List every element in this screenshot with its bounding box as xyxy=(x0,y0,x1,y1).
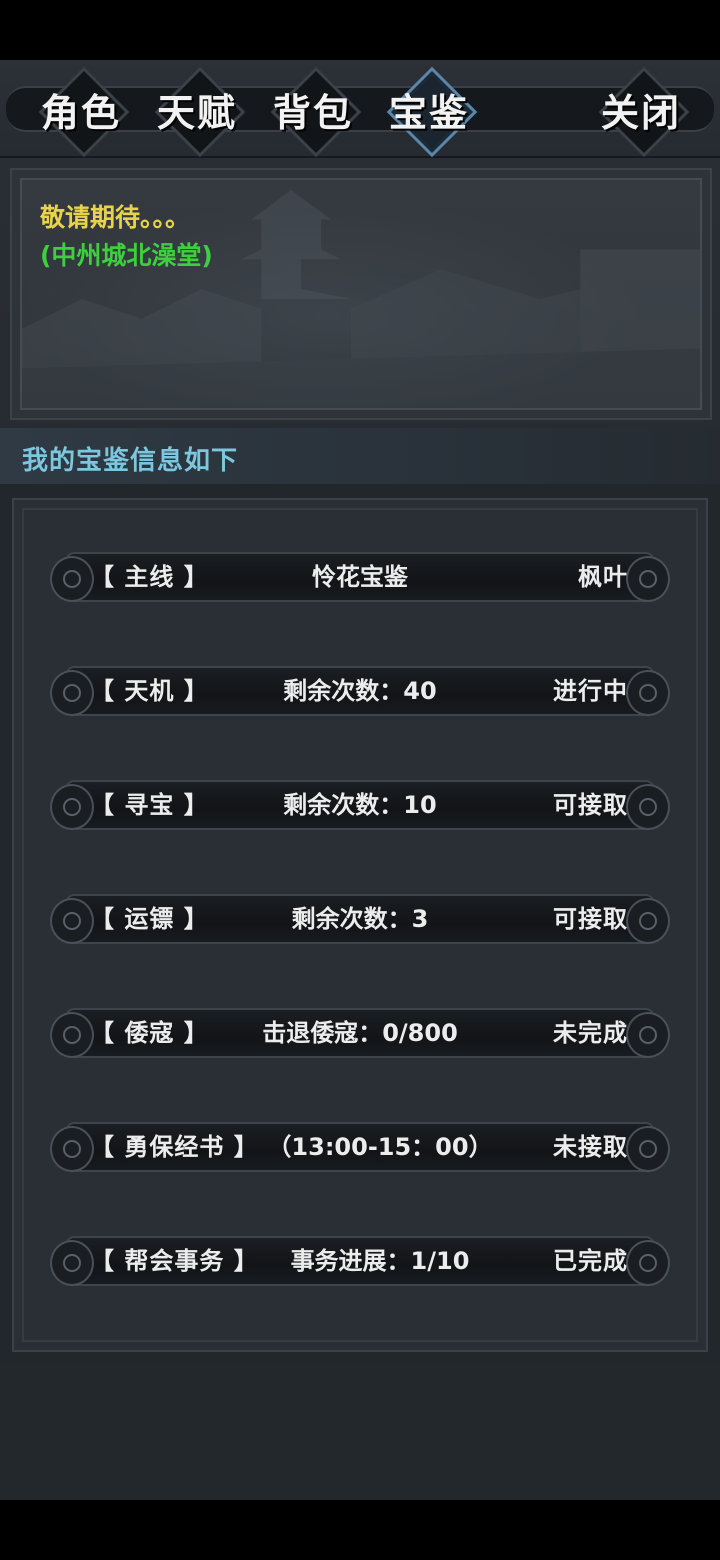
row-status: 未接取 xyxy=(553,1133,628,1161)
scroll-end-ornament xyxy=(50,1240,94,1286)
tab-label: 宝鉴 xyxy=(388,90,469,135)
row-detail: 剩余次数：3 xyxy=(291,905,429,933)
scroll-end-ornament xyxy=(50,556,94,602)
row-status: 进行中 xyxy=(553,677,628,705)
row-detail: 剩余次数：10 xyxy=(283,791,437,819)
scroll-end-ornament xyxy=(50,670,94,716)
list-item-main-quest[interactable]: 【 主线 】 怜花宝鉴 枫叶 xyxy=(50,546,670,608)
treasure-info-list: 【 主线 】 怜花宝鉴 枫叶 【 天机 】 剩余次数：40 进行中 【 寻宝 】… xyxy=(0,484,720,1364)
list-item-escort[interactable]: 【 运镖 】 剩余次数：3 可接取 xyxy=(50,888,670,950)
close-button[interactable]: 关闭 xyxy=(586,66,696,158)
app-screen: 角色 天赋 背包 宝鉴 关闭 敬请期待。。。 (中州城北澡堂) 我的宝鉴信息如下… xyxy=(0,60,720,1500)
tab-character[interactable]: 角色 xyxy=(26,66,136,158)
scroll-end-ornament xyxy=(50,898,94,944)
row-detail: 怜花宝鉴 xyxy=(312,563,408,591)
row-status: 枫叶 xyxy=(578,563,628,591)
scroll-end-ornament xyxy=(626,898,670,944)
scroll-end-ornament xyxy=(50,1126,94,1172)
tab-label: 天赋 xyxy=(156,90,237,135)
announcement-location: (中州城北澡堂) xyxy=(40,241,213,270)
row-detail: 剩余次数：40 xyxy=(283,677,437,705)
section-title: 我的宝鉴信息如下 xyxy=(22,446,239,476)
row-status: 未完成 xyxy=(553,1019,628,1047)
scroll-end-ornament xyxy=(626,556,670,602)
scroll-end-ornament xyxy=(626,1240,670,1286)
row-status: 已完成 xyxy=(553,1247,628,1275)
list-item-guild-affairs[interactable]: 【 帮会事务 】 事务进展：1/10 已完成 xyxy=(50,1230,670,1292)
row-detail: 击退倭寇：0/800 xyxy=(262,1019,458,1047)
scroll-end-ornament xyxy=(626,670,670,716)
tab-treasure-guide[interactable]: 宝鉴 xyxy=(374,66,484,158)
top-tab-bar: 角色 天赋 背包 宝鉴 关闭 xyxy=(0,60,720,158)
list-item-scripture-guard[interactable]: 【 勇保经书 】 （13:00-15：00） 未接取 xyxy=(50,1116,670,1178)
scroll-end-ornament xyxy=(50,784,94,830)
tab-talent[interactable]: 天赋 xyxy=(142,66,252,158)
section-header: 我的宝鉴信息如下 xyxy=(0,428,720,484)
close-label: 关闭 xyxy=(600,90,681,135)
row-status: 可接取 xyxy=(553,905,628,933)
list-item-treasure-hunt[interactable]: 【 寻宝 】 剩余次数：10 可接取 xyxy=(50,774,670,836)
scroll-end-ornament xyxy=(626,1126,670,1172)
tab-label: 背包 xyxy=(272,90,353,135)
scroll-end-ornament xyxy=(626,1012,670,1058)
row-detail: （13:00-15：00） xyxy=(267,1133,493,1161)
announcement-text: 敬请期待。。。 xyxy=(40,203,191,232)
bottom-area xyxy=(0,1364,720,1500)
scroll-end-ornament xyxy=(50,1012,94,1058)
row-status: 可接取 xyxy=(553,791,628,819)
list-item-pirates[interactable]: 【 倭寇 】 击退倭寇：0/800 未完成 xyxy=(50,1002,670,1064)
list-item-tianji[interactable]: 【 天机 】 剩余次数：40 进行中 xyxy=(50,660,670,722)
tab-label: 角色 xyxy=(40,90,121,135)
tab-backpack[interactable]: 背包 xyxy=(258,66,368,158)
scroll-end-ornament xyxy=(626,784,670,830)
row-detail: 事务进展：1/10 xyxy=(290,1247,470,1275)
